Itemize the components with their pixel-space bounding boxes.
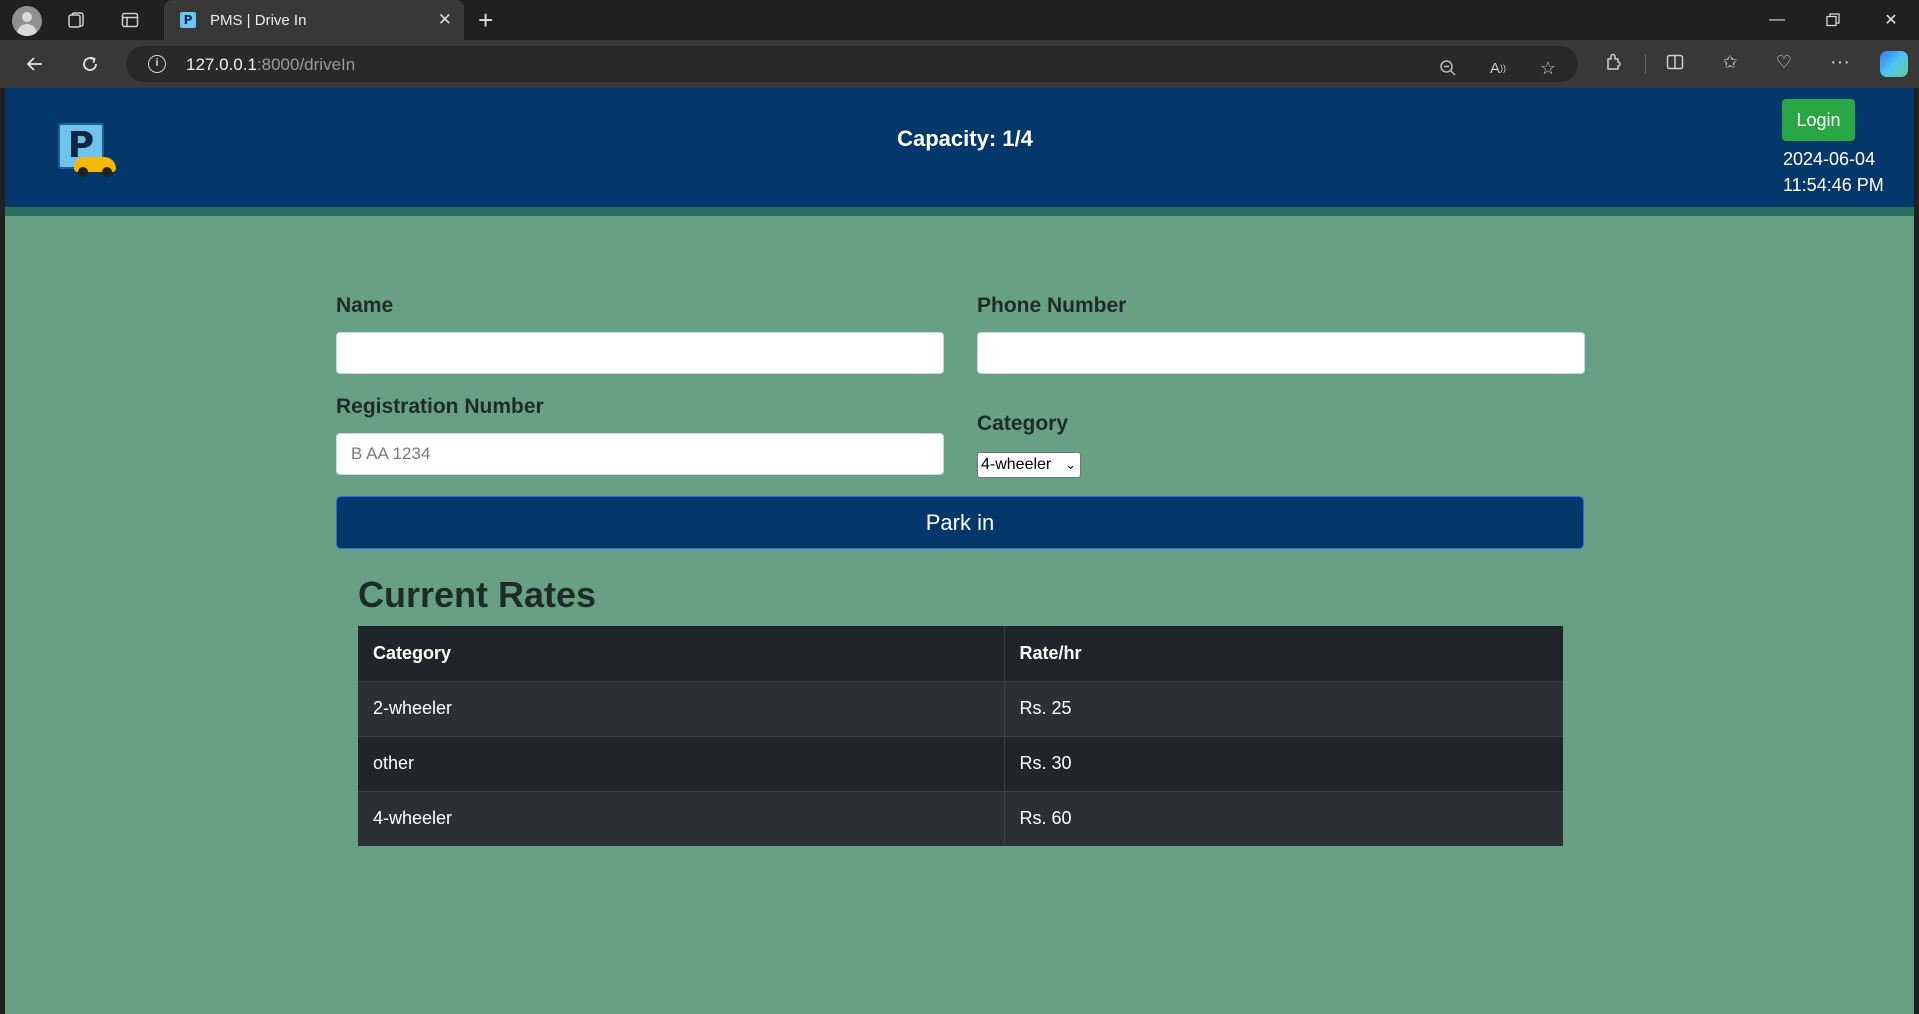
favorite-star-icon[interactable]: ☆ [1536, 56, 1560, 80]
address-bar[interactable]: i 127.0.0.1:8000/driveIn A)) ☆ [126, 46, 1578, 82]
table-row: other Rs. 30 [358, 735, 1563, 791]
rates-table: Category Rate/hr 2-wheeler Rs. 25 other … [358, 626, 1563, 846]
capacity-indicator: Capacity: 1/4 [897, 126, 1033, 151]
vertical-tabs-icon[interactable] [116, 6, 144, 34]
rate-category-cell: 2-wheeler [358, 680, 1005, 736]
browser-toolbar: i 127.0.0.1:8000/driveIn A)) ☆ ✩ ♡ ··· [0, 40, 1919, 88]
extensions-icon[interactable] [1602, 50, 1626, 74]
back-icon[interactable] [20, 50, 50, 78]
zoom-out-icon[interactable] [1436, 56, 1460, 80]
tab-drive-in[interactable]: P PMS | Drive In ✕ [164, 0, 464, 40]
current-time: 11:54:46 PM [1783, 175, 1884, 195]
page-content: P Capacity: 1/4 Login 2024-06-04 11:54:4… [5, 88, 1914, 1014]
table-row: 2-wheeler Rs. 25 [358, 680, 1563, 736]
rates-title: Current Rates [358, 574, 597, 615]
site-header: P Capacity: 1/4 Login 2024-06-04 11:54:4… [5, 88, 1914, 207]
more-options-icon[interactable]: ··· [1828, 50, 1852, 74]
column-header-rate: Rate/hr [1004, 626, 1563, 681]
tab-favicon-icon: P [180, 12, 196, 28]
phone-label: Phone Number [977, 294, 1127, 317]
browser-essentials-icon[interactable]: ♡ [1772, 50, 1796, 74]
table-row: 4-wheeler Rs. 60 [358, 790, 1563, 846]
toolbar-separator [1645, 54, 1646, 74]
login-button[interactable]: Login [1782, 99, 1855, 141]
close-window-icon[interactable]: ✕ [1876, 6, 1906, 34]
rate-category-cell: other [358, 735, 1005, 791]
name-input[interactable] [336, 332, 944, 374]
car-icon [74, 157, 116, 177]
close-tab-icon[interactable]: ✕ [438, 10, 452, 30]
rate-category-cell: 4-wheeler [358, 790, 1005, 846]
phone-input[interactable] [977, 332, 1585, 374]
profile-avatar-icon[interactable] [12, 6, 42, 36]
park-in-button[interactable]: Park in [336, 496, 1584, 549]
read-aloud-icon[interactable]: A)) [1486, 56, 1510, 80]
rate-value-cell: Rs. 30 [1004, 735, 1563, 791]
refresh-icon[interactable] [75, 50, 105, 78]
new-tab-icon[interactable]: + [478, 6, 493, 34]
category-select[interactable]: 4-wheeler ⌄ [977, 452, 1081, 478]
table-header-row: Category Rate/hr [358, 626, 1563, 681]
site-info-icon[interactable]: i [148, 55, 166, 73]
url-text[interactable]: 127.0.0.1:8000/driveIn [186, 55, 355, 75]
name-label: Name [336, 294, 394, 317]
tab-title: PMS | Drive In [210, 11, 307, 29]
favorites-icon[interactable]: ✩ [1718, 50, 1742, 74]
browser-tab-bar: P PMS | Drive In ✕ + — ✕ [0, 0, 1919, 40]
copilot-icon[interactable] [1880, 51, 1908, 77]
registration-label: Registration Number [336, 395, 544, 418]
current-date: 2024-06-04 [1783, 149, 1876, 169]
registration-input[interactable]: B AA 1234 [336, 433, 944, 475]
category-selected-value: 4-wheeler [981, 456, 1052, 473]
chevron-down-icon: ⌄ [1065, 457, 1076, 472]
category-label: Category [977, 412, 1069, 435]
date-time-display: 2024-06-04 11:54:46 PM [1783, 146, 1884, 198]
minimize-icon[interactable]: — [1762, 6, 1792, 34]
collections-icon[interactable] [62, 6, 90, 34]
header-divider [5, 207, 1914, 216]
column-header-category: Category [358, 626, 1005, 681]
rate-value-cell: Rs. 60 [1004, 790, 1563, 846]
rate-value-cell: Rs. 25 [1004, 680, 1563, 736]
split-screen-icon[interactable] [1663, 50, 1687, 74]
restore-icon[interactable] [1818, 6, 1848, 34]
